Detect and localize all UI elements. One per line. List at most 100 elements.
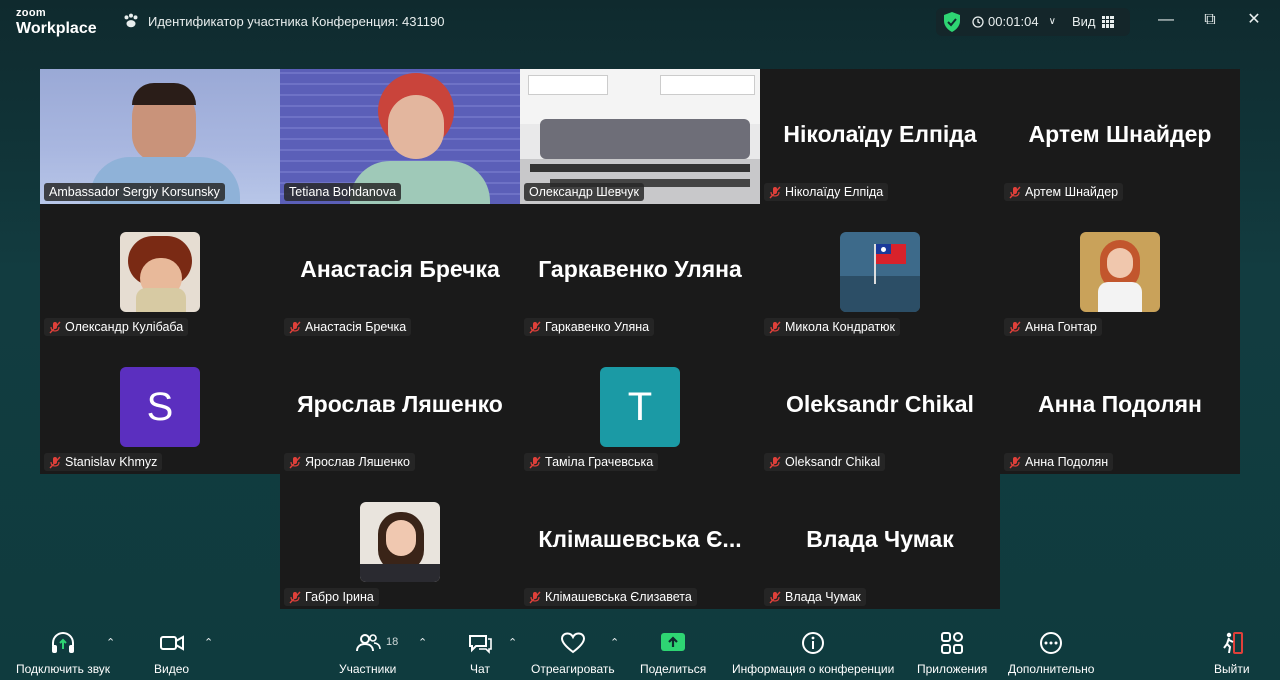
participant-tile[interactable]: Ambassador Sergiy Korsunsky [40,69,280,204]
participant-name: Артем Шнайдер [1025,185,1119,199]
participant-name: Олександр Кулібаба [65,320,184,334]
participant-tile[interactable]: Гаркавенко Уляна Гаркавенко Уляна [520,204,760,339]
mic-muted-icon [49,456,61,468]
participant-name: Ambassador Sergiy Korsunsky [49,185,220,199]
audio-options-caret-icon[interactable]: ⌃ [106,636,115,649]
participant-tile[interactable]: Габро Ірина [280,474,520,609]
camera-icon [159,635,184,651]
participant-tile[interactable]: Олександр Шевчук [520,69,760,204]
participant-name: Габро Ірина [305,590,374,604]
video-button[interactable]: Видео [154,630,189,676]
mic-muted-icon [529,591,541,603]
join-audio-label: Подключить звук [16,662,111,676]
participant-tile[interactable]: Ніколаїду Елпіда Ніколаїду Елпіда [760,69,1000,204]
chat-options-caret-icon[interactable]: ⌃ [508,636,517,649]
participants-label: Участники [339,662,397,676]
avatar-initial: T [627,384,653,429]
participant-tile[interactable]: Анна Подолян Анна Подолян [1000,339,1240,474]
participant-nameplate: Олександр Шевчук [524,183,644,201]
participant-name: Клімашевська Єлизавета [545,590,692,604]
participant-nameplate: Ambassador Sergiy Korsunsky [44,183,225,201]
mic-muted-icon [1009,321,1021,333]
more-button[interactable]: Дополнительно [1008,630,1094,676]
join-audio-button[interactable]: Подключить звук [16,630,110,676]
participant-nameplate: Гаркавенко Уляна [524,318,655,336]
chat-icon [469,635,492,654]
participant-display-name: Oleksandr Chikal [786,391,974,417]
participants-count: 18 [386,636,399,648]
participant-tile[interactable]: Анастасія Бречка Анастасія Бречка [280,204,520,339]
participant-tile[interactable]: S Stanislav Khmyz [40,339,280,474]
leave-button[interactable]: Выйти [1214,630,1250,676]
mic-muted-icon [529,321,541,333]
participant-tile[interactable]: Ярослав Ляшенко Ярослав Ляшенко [280,339,520,474]
participant-display-name: Клімашевська Є... [538,526,742,552]
participant-tile[interactable]: Артем Шнайдер Артем Шнайдер [1000,69,1240,204]
participant-avatar [360,502,440,582]
participant-avatar: T [600,367,680,447]
mic-muted-icon [289,456,301,468]
mic-muted-icon [769,186,781,198]
participant-tile[interactable]: Микола Кондратюк [760,204,1000,339]
participant-name: Ніколаїду Елпіда [785,185,884,199]
participant-name: Tetiana Bohdanova [289,185,397,199]
participant-avatar: S [120,367,200,447]
react-options-caret-icon[interactable]: ⌃ [610,636,619,649]
participant-display-name: Ярослав Ляшенко [297,391,503,417]
mic-muted-icon [289,321,301,333]
mic-muted-icon [769,321,781,333]
participant-tile[interactable]: Oleksandr Chikal Oleksandr Chikal [760,339,1000,474]
react-label: Отреагировать [531,662,615,676]
participant-nameplate: Ніколаїду Елпіда [764,183,889,201]
participant-tile[interactable]: Анна Гонтар [1000,204,1240,339]
mic-muted-icon [289,591,301,603]
participant-name: Анастасія Бречка [305,320,407,334]
participant-nameplate: Артем Шнайдер [1004,183,1124,201]
participant-name: Влада Чумак [785,590,861,604]
participant-tile[interactable]: Tetiana Bohdanova [280,69,520,204]
participant-name: Stanislav Khmyz [65,455,158,469]
apps-button[interactable]: Приложения [917,630,987,676]
participant-tile[interactable]: Влада Чумак Влада Чумак [760,474,1000,609]
mic-muted-icon [49,321,61,333]
participant-name: Олександр Шевчук [529,185,639,199]
info-icon [802,632,825,654]
participant-nameplate: Олександр Кулібаба [44,318,189,336]
participant-nameplate: Габро Ірина [284,588,379,606]
participant-tile[interactable]: Клімашевська Є... Клімашевська Єлизавета [520,474,760,609]
heart-icon [560,632,585,654]
participant-tile[interactable]: T Таміла Грачевська [520,339,760,474]
participant-name: Таміла Грачевська [545,455,654,469]
react-button[interactable]: Отреагировать [531,630,615,676]
mic-muted-icon [529,456,541,468]
participant-display-name: Гаркавенко Уляна [538,256,742,282]
video-gallery: Ambassador Sergiy Korsunsky Tetiana Bohd… [0,0,1280,680]
video-label: Видео [154,662,190,676]
participant-nameplate: Ярослав Ляшенко [284,453,415,471]
share-screen-button[interactable]: Поделиться [640,630,706,676]
chat-button[interactable]: Чат [466,630,494,676]
mic-muted-icon [1009,456,1021,468]
video-options-caret-icon[interactable]: ⌃ [204,636,213,649]
meeting-info-button[interactable]: Информация о конференции [732,630,894,676]
participant-name: Анна Подолян [1025,455,1109,469]
participant-nameplate: Клімашевська Єлизавета [524,588,697,606]
participant-nameplate: Анна Подолян [1004,453,1114,471]
participant-tile[interactable]: Олександр Кулібаба [40,204,280,339]
participant-name: Анна Гонтар [1025,320,1097,334]
participant-nameplate: Oleksandr Chikal [764,453,886,471]
participant-name: Ярослав Ляшенко [305,455,410,469]
participant-display-name: Влада Чумак [806,526,954,552]
participants-options-caret-icon[interactable]: ⌃ [418,636,427,649]
meeting-toolbar: Подключить звук ⌃ Видео ⌃ Участники 18 ⌃… [0,620,1280,680]
leave-icon [1222,632,1243,654]
more-icon [1040,632,1063,654]
participants-icon [355,634,381,652]
mic-muted-icon [769,591,781,603]
avatar-initial: S [146,384,174,429]
participant-avatar [840,232,920,312]
participant-name: Микола Кондратюк [785,320,896,334]
participant-avatar [1080,232,1160,312]
participant-nameplate: Анастасія Бречка [284,318,412,336]
participant-display-name: Анна Подолян [1038,391,1202,417]
